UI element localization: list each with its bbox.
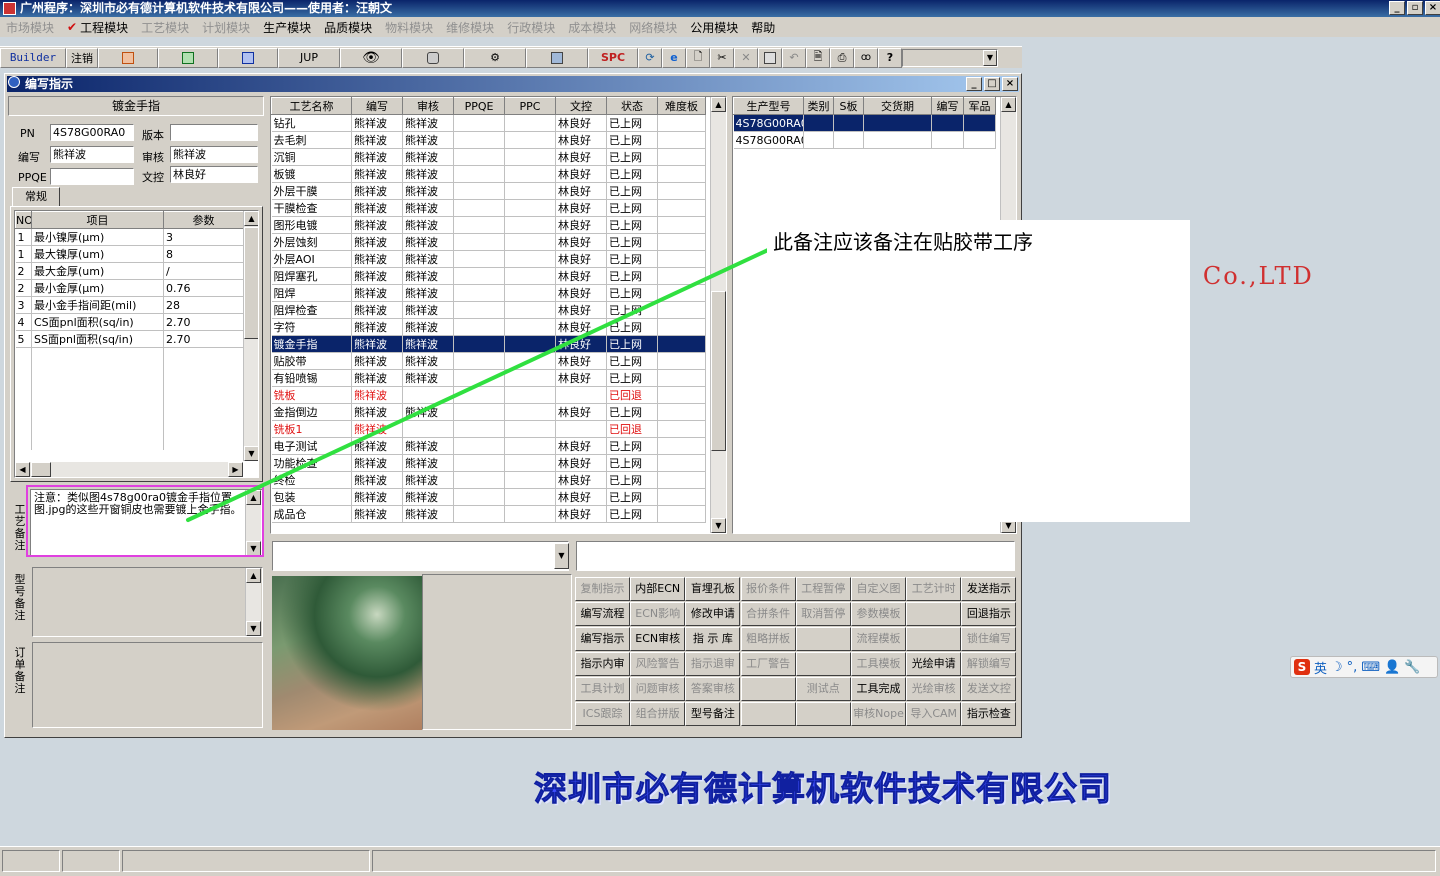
status-panel-4	[372, 850, 1436, 872]
annotation-line	[186, 248, 770, 522]
callout-text: 此备注应该备注在贴胶带工序	[773, 230, 1033, 254]
status-panel-1	[2, 850, 60, 872]
status-panel-2	[62, 850, 120, 872]
annotation-arrow	[186, 248, 770, 522]
status-bar	[0, 846, 1440, 876]
callout-note: 此备注应该备注在贴胶带工序	[767, 220, 1190, 522]
status-panel-3	[122, 850, 370, 872]
